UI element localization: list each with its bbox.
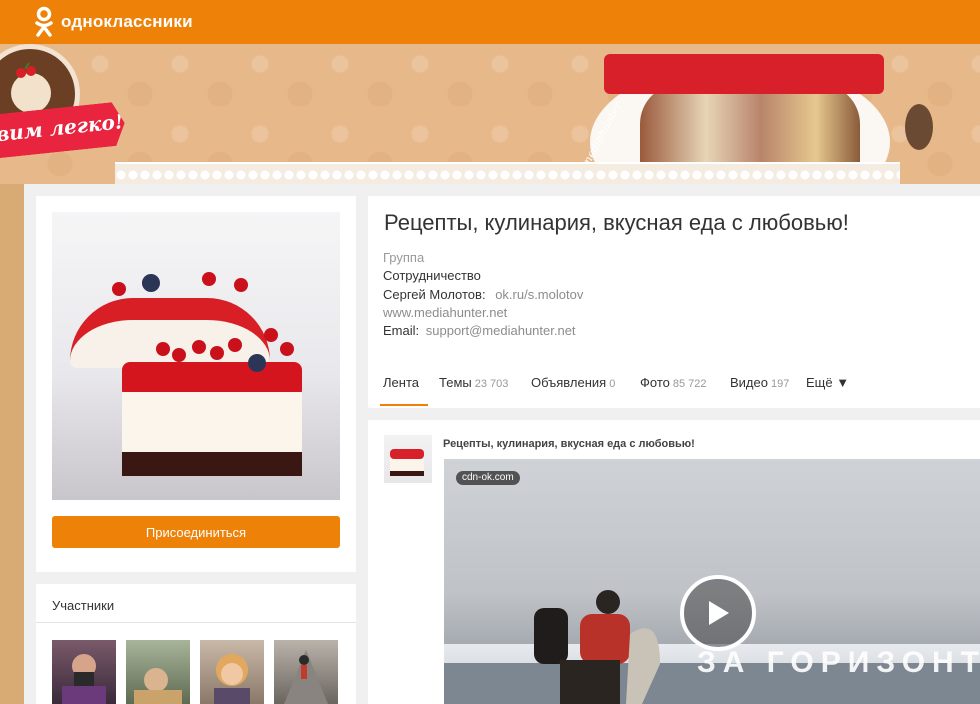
group-type: Группа xyxy=(383,250,425,265)
video-caption: ЗА ГОРИЗОНТ xyxy=(697,646,980,679)
member-avatar[interactable] xyxy=(200,640,264,704)
member-avatar[interactable] xyxy=(52,640,116,704)
thumb-base xyxy=(390,471,424,476)
tab-label: Ещё ▼ xyxy=(806,375,850,390)
tab-label: Фото xyxy=(640,375,670,390)
berry xyxy=(228,338,242,352)
email-link[interactable]: support@mediahunter.net xyxy=(426,323,576,338)
members-divider xyxy=(36,622,356,623)
email-label: Email: xyxy=(383,323,420,338)
tab-ads[interactable]: Объявления 0 xyxy=(531,375,615,390)
contact-link[interactable]: ok.ru/s.molotov xyxy=(495,287,583,302)
video-source-badge: cdn-ok.com xyxy=(456,471,520,485)
berry xyxy=(202,272,216,286)
banner-food-image xyxy=(640,84,860,174)
cake-cream-layer xyxy=(122,392,302,452)
berry xyxy=(280,342,294,356)
thumb-jelly xyxy=(390,449,424,459)
tab-count: 85 722 xyxy=(672,378,707,390)
berry xyxy=(172,348,186,362)
group-cover-banner: вим легко! mediahunter xyxy=(0,44,980,184)
banner-bow xyxy=(604,54,884,94)
tab-topics[interactable]: Темы 23 703 xyxy=(439,375,508,390)
tab-label: Лента xyxy=(383,375,419,390)
tab-video[interactable]: Видео 197 xyxy=(730,375,789,390)
email-line: Email: support@mediahunter.net xyxy=(383,323,576,338)
tab-photos[interactable]: Фото 85 722 xyxy=(640,375,707,390)
banner-spoon xyxy=(905,104,933,150)
cooperation-label: Сотрудничество xyxy=(383,268,481,283)
berry xyxy=(192,340,206,354)
berry xyxy=(112,282,126,296)
tab-label: Объявления xyxy=(531,375,607,390)
active-tab-indicator xyxy=(380,404,428,406)
brand-name[interactable]: одноклассники xyxy=(61,12,193,32)
blueberry xyxy=(248,354,266,372)
tab-more[interactable]: Ещё ▼ xyxy=(806,375,849,390)
tab-label: Темы xyxy=(439,375,472,390)
tab-label: Видео xyxy=(730,375,768,390)
banner-lace xyxy=(115,162,900,184)
play-button[interactable] xyxy=(680,575,756,651)
tab-count: 197 xyxy=(770,378,790,390)
group-avatar-image[interactable] xyxy=(52,212,340,500)
contact-name: Сергей Молотов: xyxy=(383,287,486,302)
tab-count: 23 703 xyxy=(474,378,509,390)
berry xyxy=(156,342,170,356)
cake-back xyxy=(70,298,270,368)
thumb-cream xyxy=(390,459,424,471)
contact-line: Сергей Молотов: ok.ru/s.molotov xyxy=(383,287,583,302)
group-title: Рецепты, кулинария, вкусная еда с любовь… xyxy=(384,210,849,235)
berry xyxy=(264,328,278,342)
ok-logo-icon[interactable] xyxy=(34,6,54,38)
play-icon xyxy=(709,601,729,625)
berry xyxy=(234,278,248,292)
tab-feed[interactable]: Лента xyxy=(383,375,419,390)
member-avatar[interactable] xyxy=(126,640,190,704)
website-link[interactable]: www.mediahunter.net xyxy=(383,305,507,320)
post-author-name[interactable]: Рецепты, кулинария, вкусная еда с любовь… xyxy=(443,438,695,450)
tab-count: 0 xyxy=(609,378,616,390)
post-author-avatar[interactable] xyxy=(384,435,432,483)
blueberry xyxy=(142,274,160,292)
member-avatar[interactable] xyxy=(274,640,338,704)
cake-base xyxy=(122,452,302,476)
video-people-figure xyxy=(534,590,660,704)
join-button[interactable]: Присоединиться xyxy=(52,516,340,548)
berry xyxy=(210,346,224,360)
members-title[interactable]: Участники xyxy=(52,598,114,613)
top-bar: одноклассники xyxy=(0,0,980,44)
